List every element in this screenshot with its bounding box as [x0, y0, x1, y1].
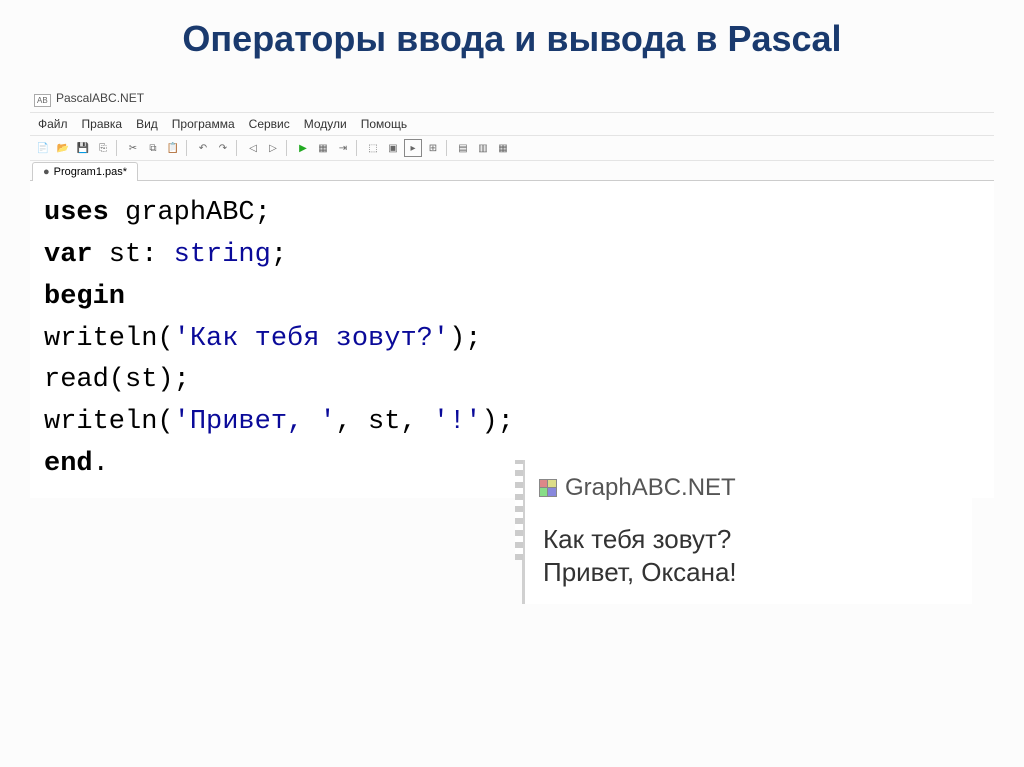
output-line: Как тебя зовут? [543, 524, 956, 555]
output-window: GraphABC.NET Как тебя зовут? Привет, Окс… [522, 460, 972, 604]
code-text: graphABC; [109, 198, 271, 228]
redo-icon[interactable]: ↷ [214, 139, 232, 157]
toolbar: 📄 📂 💾 ⎘ ✂ ⧉ 📋 ↶ ↷ ◁ ▷ ▶ ▦ ⇥ ⬚ ▣ ▸ ⊞ ▤ ▥ … [30, 135, 994, 161]
open-file-icon[interactable]: 📂 [54, 139, 72, 157]
separator-icon [446, 140, 450, 156]
code-text: ); [481, 407, 513, 437]
panel6-icon[interactable]: ▥ [474, 139, 492, 157]
tab-program1[interactable]: ● Program1.pas* [32, 162, 138, 181]
title-bar: PascalABC.NET [30, 88, 994, 112]
slide-title: Операторы ввода и вывода в Pascal [0, 0, 1024, 88]
separator-icon [286, 140, 290, 156]
code-text: ); [449, 324, 481, 354]
string-literal: '!' [433, 407, 482, 437]
tab-label: Program1.pas* [54, 166, 127, 178]
step-icon[interactable]: ⇥ [334, 139, 352, 157]
menu-help[interactable]: Помощь [361, 117, 407, 131]
code-text: ; [271, 240, 287, 270]
output-title-bar: GraphABC.NET [527, 466, 972, 510]
menu-file[interactable]: Файл [38, 117, 68, 131]
panel3-icon[interactable]: ▸ [404, 139, 422, 157]
modified-dot-icon: ● [43, 166, 50, 178]
kw-end: end [44, 449, 93, 479]
panel2-icon[interactable]: ▣ [384, 139, 402, 157]
output-body: Как тебя зовут? Привет, Оксана! [527, 510, 972, 604]
scrollbar-icon[interactable] [515, 460, 523, 560]
run-icon[interactable]: ▶ [294, 139, 312, 157]
kw-begin: begin [44, 282, 125, 312]
save-all-icon[interactable]: ⎘ [94, 139, 112, 157]
tab-bar: ● Program1.pas* [30, 161, 994, 181]
app-title: PascalABC.NET [56, 91, 144, 105]
undo-icon[interactable]: ↶ [194, 139, 212, 157]
separator-icon [356, 140, 360, 156]
stop-icon[interactable]: ▦ [314, 139, 332, 157]
graph-app-icon [539, 479, 557, 497]
paste-icon[interactable]: 📋 [164, 139, 182, 157]
kw-var: var [44, 240, 93, 270]
cut-icon[interactable]: ✂ [124, 139, 142, 157]
menu-bar: Файл Правка Вид Программа Сервис Модули … [30, 112, 994, 135]
menu-service[interactable]: Сервис [249, 117, 290, 131]
nav-back-icon[interactable]: ◁ [244, 139, 262, 157]
new-file-icon[interactable]: 📄 [34, 139, 52, 157]
code-text: writeln( [44, 407, 174, 437]
code-text: . [93, 449, 109, 479]
app-icon [34, 90, 50, 106]
ide-window: PascalABC.NET Файл Правка Вид Программа … [30, 88, 994, 498]
copy-icon[interactable]: ⧉ [144, 139, 162, 157]
code-text: read(st); [44, 365, 190, 395]
output-line: Привет, Оксана! [543, 557, 956, 588]
menu-program[interactable]: Программа [172, 117, 235, 131]
string-literal: 'Как тебя зовут?' [174, 324, 449, 354]
kw-uses: uses [44, 198, 109, 228]
type-string: string [174, 240, 271, 270]
panel-icon[interactable]: ⬚ [364, 139, 382, 157]
separator-icon [186, 140, 190, 156]
panel7-icon[interactable]: ▦ [494, 139, 512, 157]
code-text: , st, [336, 407, 433, 437]
menu-edit[interactable]: Правка [82, 117, 123, 131]
code-editor[interactable]: uses graphABC; var st: string; begin wri… [30, 181, 994, 498]
panel4-icon[interactable]: ⊞ [424, 139, 442, 157]
string-literal: 'Привет, ' [174, 407, 336, 437]
menu-modules[interactable]: Модули [304, 117, 347, 131]
nav-fwd-icon[interactable]: ▷ [264, 139, 282, 157]
panel5-icon[interactable]: ▤ [454, 139, 472, 157]
code-text: writeln( [44, 324, 174, 354]
output-title-text: GraphABC.NET [565, 474, 736, 502]
separator-icon [236, 140, 240, 156]
separator-icon [116, 140, 120, 156]
menu-view[interactable]: Вид [136, 117, 158, 131]
code-text: st: [93, 240, 174, 270]
save-icon[interactable]: 💾 [74, 139, 92, 157]
